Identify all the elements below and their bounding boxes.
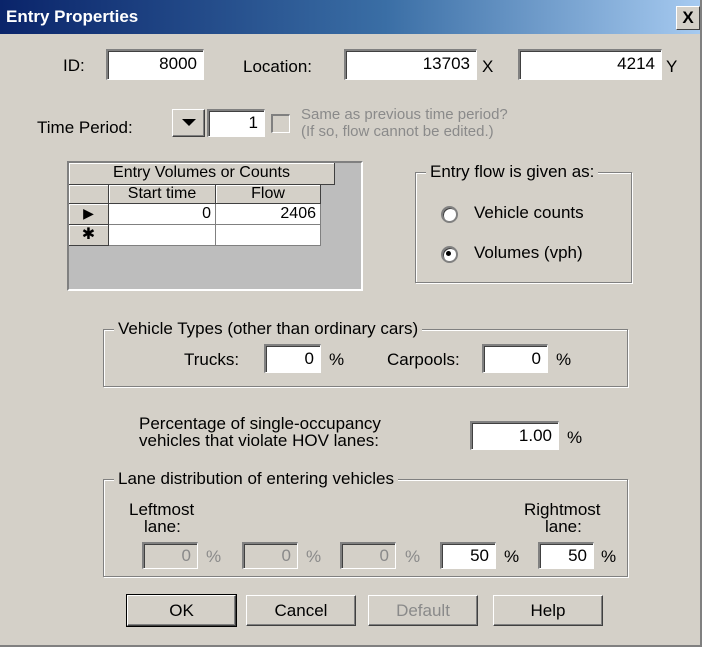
volumes-vph-label[interactable]: Volumes (vph) <box>474 243 583 263</box>
vehicle-types-group-title: Vehicle Types (other than ordinary cars) <box>114 319 423 339</box>
same-as-previous-checkbox[interactable] <box>271 114 290 133</box>
id-field[interactable]: 8000 <box>106 49 204 80</box>
lane-1-field[interactable]: 0 <box>142 542 198 569</box>
cancel-button[interactable]: Cancel <box>246 595 356 626</box>
lane-2-percent: % <box>306 547 322 566</box>
column-header-start-time[interactable]: Start time <box>109 185 216 204</box>
close-button[interactable]: X <box>676 6 700 30</box>
lane-distribution-group-title: Lane distribution of entering vehicles <box>114 469 398 489</box>
location-x-field[interactable]: 13703 <box>344 49 477 80</box>
lane-5-percent: % <box>601 547 617 566</box>
row-selector-new[interactable]: ✱ <box>69 225 109 246</box>
grid-title: Entry Volumes or Counts <box>69 163 335 185</box>
time-period-dropdown-button[interactable] <box>172 109 205 137</box>
vehicle-counts-radio[interactable] <box>441 206 458 223</box>
hov-label-line2: vehicles that violate HOV lanes: <box>139 431 380 450</box>
chevron-down-icon <box>182 119 196 126</box>
y-unit-label: Y <box>666 57 678 76</box>
carpools-percent: % <box>556 350 572 369</box>
location-y-field[interactable]: 4214 <box>518 49 662 80</box>
help-button[interactable]: Help <box>493 595 603 626</box>
vehicle-counts-label[interactable]: Vehicle counts <box>474 203 584 223</box>
same-as-previous-label: Same as previous time period? <box>301 106 508 123</box>
flow-cell[interactable]: 2406 <box>216 204 321 225</box>
x-unit-label: X <box>482 57 494 76</box>
lane-3-field[interactable]: 0 <box>340 542 396 569</box>
new-start-time-cell[interactable] <box>109 225 216 246</box>
start-time-cell[interactable]: 0 <box>109 204 216 225</box>
title-bar[interactable]: Entry Properties X <box>0 0 700 34</box>
row-selector-current[interactable]: ▶ <box>69 204 109 225</box>
lane-5-field[interactable]: 50 <box>538 542 594 569</box>
column-header-flow[interactable]: Flow <box>216 185 321 204</box>
grid-corner <box>69 185 109 204</box>
entry-flow-group-title: Entry flow is given as: <box>426 162 599 182</box>
ok-button[interactable]: OK <box>126 594 237 627</box>
window-title: Entry Properties <box>6 7 139 26</box>
lane-3-percent: % <box>405 547 421 566</box>
trucks-field[interactable]: 0 <box>264 344 321 373</box>
rightmost-lane-label: lane: <box>545 517 582 536</box>
same-as-previous-note: (If so, flow cannot be edited.) <box>301 123 494 140</box>
carpools-label: Carpools: <box>387 350 460 369</box>
entry-volumes-grid[interactable]: Entry Volumes or Counts Start time Flow … <box>67 161 363 291</box>
trucks-percent: % <box>329 350 345 369</box>
time-period-label: Time Period: <box>37 118 133 137</box>
entry-properties-dialog: Entry Properties X ID: 8000 Location: 13… <box>0 0 702 647</box>
radio-selected-dot <box>446 251 451 256</box>
lane-2-field[interactable]: 0 <box>242 542 298 569</box>
volumes-vph-radio[interactable] <box>441 246 458 263</box>
lane-1-percent: % <box>206 547 222 566</box>
entry-flow-group <box>415 172 632 283</box>
default-button: Default <box>368 595 478 626</box>
time-period-field[interactable]: 1 <box>207 109 265 137</box>
lane-4-field[interactable]: 50 <box>440 542 496 569</box>
hov-violation-field[interactable]: 1.00 <box>470 421 559 450</box>
id-label: ID: <box>63 56 85 75</box>
hov-percent: % <box>567 428 583 447</box>
carpools-field[interactable]: 0 <box>482 344 548 373</box>
trucks-label: Trucks: <box>184 350 240 369</box>
new-flow-cell[interactable] <box>216 225 321 246</box>
leftmost-lane-label: lane: <box>144 517 181 536</box>
lane-4-percent: % <box>504 547 520 566</box>
location-label: Location: <box>243 57 312 76</box>
